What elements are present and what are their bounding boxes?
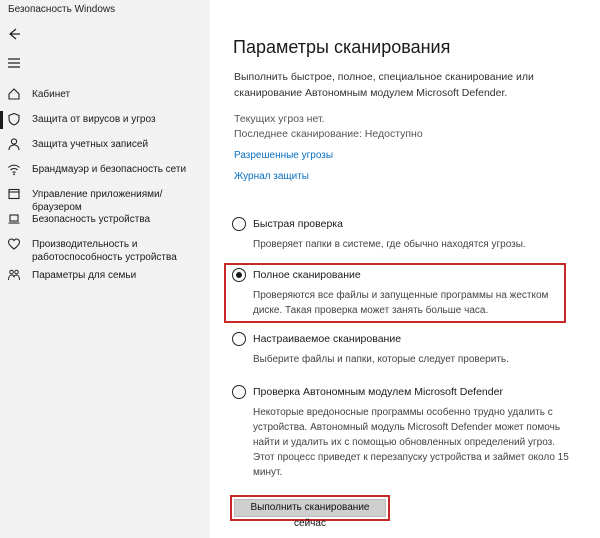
sidebar-nav: Кабинет Защита от вирусов и угроз Защита…: [0, 86, 210, 292]
scan-option-full: Полное сканирование Проверяются все файл…: [232, 268, 572, 318]
offline-scan-radio[interactable]: [232, 385, 246, 399]
main-content: Параметры сканирования Выполнить быстрое…: [210, 0, 600, 538]
sidebar-item-device-security[interactable]: Безопасность устройства: [0, 211, 210, 236]
back-arrow-icon[interactable]: [6, 26, 22, 42]
scan-option-offline: Проверка Автономным модулем Microsoft De…: [232, 385, 572, 480]
sidebar-item-firewall[interactable]: Брандмауэр и безопасность сети: [0, 161, 210, 186]
hamburger-menu-icon[interactable]: [6, 56, 22, 70]
sidebar-item-label: Брандмауэр и безопасность сети: [32, 164, 187, 175]
sidebar-item-app-browser-control[interactable]: Управление приложениями/браузером: [0, 186, 210, 213]
quick-scan-description: Проверяет папки в системе, где обычно на…: [253, 239, 526, 250]
sidebar-item-label: Безопасность устройства: [32, 214, 151, 225]
sidebar-item-label: Управление приложениями/браузером: [32, 189, 163, 213]
sidebar-item-label: Кабинет: [32, 89, 71, 100]
sidebar: Безопасность Windows Кабинет Защита от в…: [0, 0, 210, 538]
last-scan-text: Последнее сканирование: Недоступно: [234, 128, 423, 140]
allowed-threats-link[interactable]: Разрешенные угрозы: [234, 150, 333, 161]
scan-option-custom: Настраиваемое сканирование Выберите файл…: [232, 332, 572, 367]
current-threats-text: Текущих угроз нет.: [234, 113, 325, 125]
page-description: Выполнить быстрое, полное, специальное с…: [234, 71, 534, 99]
sidebar-item-label: Параметры для семьи: [32, 270, 137, 281]
window-title: Безопасность Windows: [8, 4, 116, 15]
page-title: Параметры сканирования: [233, 37, 451, 57]
sidebar-item-label: Защита от вирусов и угроз: [32, 114, 156, 125]
sidebar-item-device-performance[interactable]: Производительность и работоспособность у…: [0, 236, 210, 267]
sidebar-item-label: Защита учетных записей: [32, 139, 149, 150]
sidebar-item-account-protection[interactable]: Защита учетных записей: [0, 136, 210, 161]
sidebar-item-home[interactable]: Кабинет: [0, 86, 210, 111]
sidebar-item-label: Производительность и работоспособность у…: [32, 239, 177, 263]
protection-history-link[interactable]: Журнал защиты: [234, 171, 309, 182]
scan-option-quick: Быстрая проверка Проверяет папки в систе…: [232, 217, 572, 252]
quick-scan-label[interactable]: Быстрая проверка: [253, 218, 343, 230]
quick-scan-radio[interactable]: [232, 217, 246, 231]
custom-scan-radio[interactable]: [232, 332, 246, 346]
offline-scan-description: Некоторые вредоносные программы особенно…: [253, 407, 569, 478]
family-icon: [6, 267, 22, 283]
sidebar-item-family-options[interactable]: Параметры для семьи: [0, 267, 210, 292]
full-scan-label[interactable]: Полное сканирование: [253, 269, 361, 281]
wifi-icon: [6, 161, 22, 177]
home-icon: [6, 86, 22, 102]
threat-status: Текущих угроз нет. Последнее сканировани…: [234, 112, 423, 142]
scan-now-button[interactable]: Выполнить сканирование сейчас: [234, 499, 386, 529]
person-icon: [6, 136, 22, 152]
heart-icon: [6, 236, 22, 252]
browser-icon: [6, 186, 22, 202]
custom-scan-label[interactable]: Настраиваемое сканирование: [253, 333, 401, 345]
offline-scan-label[interactable]: Проверка Автономным модулем Microsoft De…: [253, 386, 503, 398]
full-scan-description: Проверяются все файлы и запущенные прогр…: [253, 290, 549, 316]
full-scan-radio[interactable]: [232, 268, 246, 282]
shield-icon: [6, 111, 22, 127]
custom-scan-description: Выберите файлы и папки, которые следует …: [253, 354, 509, 365]
sidebar-item-virus-protection[interactable]: Защита от вирусов и угроз: [0, 111, 210, 136]
laptop-icon: [6, 211, 22, 227]
